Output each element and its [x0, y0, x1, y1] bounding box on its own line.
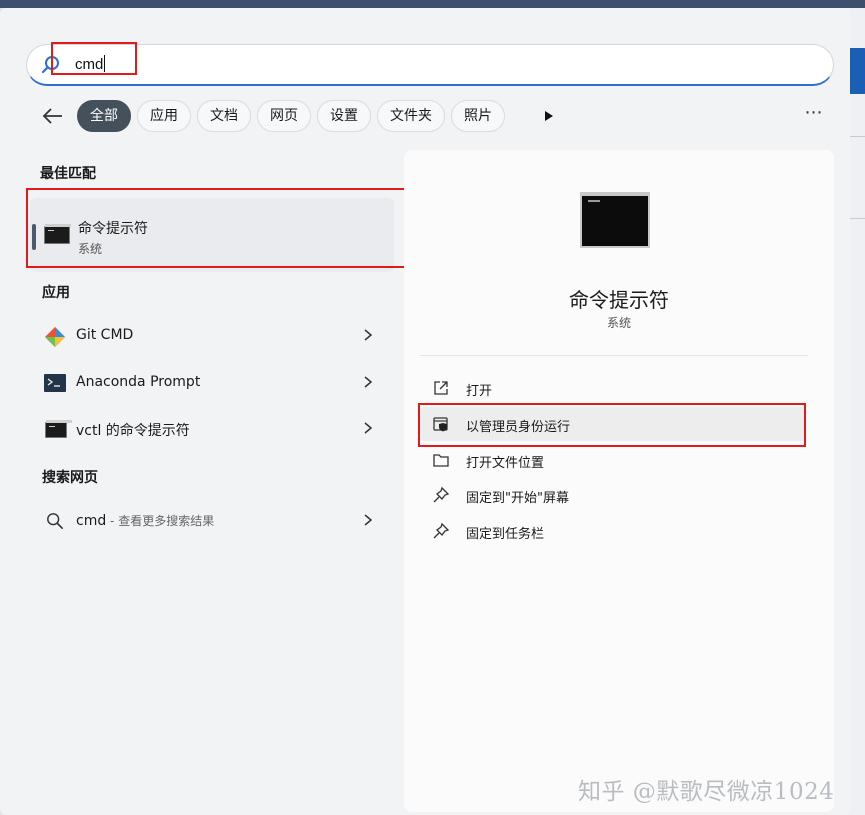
folder-icon: [433, 454, 449, 467]
search-icon: [41, 56, 59, 74]
app-label: Git CMD: [76, 327, 134, 343]
more-options-icon[interactable]: ⋯: [800, 104, 828, 126]
search-box[interactable]: cmd: [26, 44, 834, 86]
window-top-edge: [0, 0, 865, 8]
app-item-anaconda-prompt[interactable]: Anaconda Prompt: [30, 361, 394, 405]
text-caret: [104, 55, 106, 72]
action-label: 以管理员身份运行: [466, 420, 571, 435]
chevron-right-icon[interactable]: [362, 512, 374, 528]
action-run-as-admin[interactable]: 以管理员身份运行: [420, 407, 806, 441]
web-search-hint: - 查看更多搜索结果: [106, 514, 215, 528]
chevron-right-icon[interactable]: [362, 327, 374, 343]
command-prompt-icon: [44, 224, 71, 244]
best-match-item[interactable]: 命令提示符 系统: [30, 198, 394, 272]
action-label: 固定到"开始"屏幕: [466, 491, 569, 506]
pin-icon: [433, 486, 450, 503]
admin-shield-icon: [433, 417, 448, 432]
filter-folders[interactable]: 文件夹: [377, 100, 445, 132]
best-match-subtitle: 系统: [78, 242, 103, 256]
anaconda-prompt-icon: [44, 374, 66, 392]
command-prompt-large-icon: [580, 192, 650, 248]
selection-indicator: [32, 224, 36, 250]
section-title-best-match: 最佳匹配: [40, 166, 96, 182]
open-external-icon: [434, 381, 448, 395]
web-search-item[interactable]: cmd - 查看更多搜索结果: [30, 499, 394, 543]
git-icon: [45, 327, 65, 347]
chevron-right-icon[interactable]: [362, 374, 374, 390]
search-query-text: cmd: [75, 56, 104, 73]
best-match-title: 命令提示符: [78, 221, 148, 237]
filter-web[interactable]: 网页: [257, 100, 311, 132]
action-pin-to-start[interactable]: 固定到"开始"屏幕: [420, 478, 806, 512]
web-search-label: cmd - 查看更多搜索结果: [76, 512, 214, 529]
filter-tabs: 全部 应用 文档 网页 设置 文件夹 照片: [77, 100, 505, 132]
detail-pane: 命令提示符 系统 打开 以管理员身份运行 打开文件位置 固定到"开始"屏幕 固定…: [404, 150, 834, 812]
section-title-apps: 应用: [42, 285, 70, 301]
action-open-file-location[interactable]: 打开文件位置: [420, 443, 806, 477]
action-label: 固定到任务栏: [466, 527, 545, 542]
action-pin-to-taskbar[interactable]: 固定到任务栏: [420, 514, 806, 548]
app-item-git-cmd[interactable]: Git CMD: [30, 314, 394, 358]
filter-apps[interactable]: 应用: [137, 100, 191, 132]
filter-settings[interactable]: 设置: [317, 100, 371, 132]
terminal-cursor: [588, 200, 600, 202]
action-open[interactable]: 打开: [420, 371, 806, 405]
web-search-query: cmd: [76, 513, 107, 529]
app-label: Anaconda Prompt: [76, 374, 201, 390]
terminal-icon: [45, 420, 72, 438]
app-item-vctl-prompt[interactable]: vctl 的命令提示符: [30, 407, 394, 451]
pin-icon: [433, 522, 450, 539]
watermark: 知乎 @默歌尽微凉1024: [578, 779, 835, 805]
filter-all[interactable]: 全部: [77, 100, 131, 132]
app-label: vctl 的命令提示符: [76, 423, 190, 439]
filter-photos[interactable]: 照片: [451, 100, 505, 132]
section-title-web: 搜索网页: [42, 470, 98, 486]
filter-documents[interactable]: 文档: [197, 100, 251, 132]
action-label: 打开文件位置: [466, 456, 545, 471]
divider: [420, 355, 808, 356]
chevron-right-icon[interactable]: [362, 420, 374, 436]
back-arrow-icon[interactable]: [40, 104, 66, 128]
search-icon: [47, 513, 64, 530]
detail-title: 命令提示符: [569, 288, 669, 312]
start-search-panel: cmd 全部 应用 文档 网页 设置 文件夹 照片 ⋯ 最佳匹配 命令提示符 系…: [0, 8, 850, 815]
action-label: 打开: [466, 384, 493, 399]
search-input[interactable]: cmd: [75, 55, 106, 73]
detail-subtitle: 系统: [606, 316, 631, 330]
more-filters-play-icon[interactable]: [540, 108, 556, 124]
